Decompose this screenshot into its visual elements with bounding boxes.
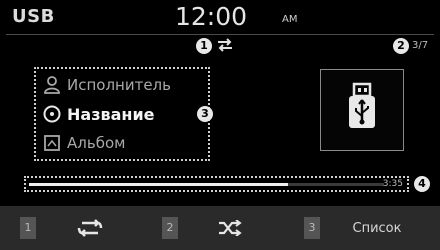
- shuffle-button[interactable]: [180, 206, 280, 250]
- artist-text: Исполнитель: [67, 76, 171, 94]
- marker-3: 3: [197, 106, 213, 122]
- repeat-status-icon: [218, 38, 232, 52]
- status-divider: [6, 34, 434, 35]
- artist-icon: [44, 76, 60, 94]
- track-info-box: Исполнитель Название Альбом: [34, 67, 210, 161]
- artist-row: Исполнитель: [42, 73, 171, 97]
- source-label: USB: [12, 6, 55, 27]
- album-icon: [44, 135, 60, 151]
- softkey-bar: 1 2 3 Список: [0, 206, 440, 250]
- disc-icon: [43, 105, 61, 123]
- marker-4: 4: [414, 176, 430, 192]
- usb-icon: [349, 82, 375, 128]
- softkey-number-3: 3: [304, 217, 320, 239]
- album-row: Альбом: [42, 131, 125, 155]
- title-text: Название: [67, 104, 155, 124]
- clock-time: 12:00: [175, 2, 248, 31]
- softkey-number-1: 1: [20, 217, 36, 239]
- title-row: Название: [42, 102, 155, 126]
- album-art: [320, 69, 404, 151]
- usb-player-screen: USB 12:00 AM 1 2 3/7 Исполнитель Названи…: [0, 0, 440, 250]
- marker-2: 2: [393, 38, 409, 54]
- list-button[interactable]: Список: [322, 206, 432, 250]
- shuffle-icon: [219, 220, 242, 236]
- progress-track: [29, 183, 384, 186]
- track-count: 3/7: [412, 40, 429, 51]
- softkey-number-2: 2: [162, 217, 178, 239]
- elapsed-time: 3:35: [382, 179, 403, 189]
- progress-fill: [29, 183, 289, 186]
- status-bar: USB 12:00 AM: [0, 0, 440, 34]
- album-text: Альбом: [67, 134, 126, 152]
- list-label: Список: [352, 220, 402, 236]
- marker-1: 1: [196, 38, 212, 54]
- progress-bar[interactable]: 3:35: [24, 176, 409, 192]
- repeat-icon: [77, 219, 103, 237]
- clock-ampm: AM: [282, 14, 298, 25]
- repeat-button[interactable]: [40, 206, 140, 250]
